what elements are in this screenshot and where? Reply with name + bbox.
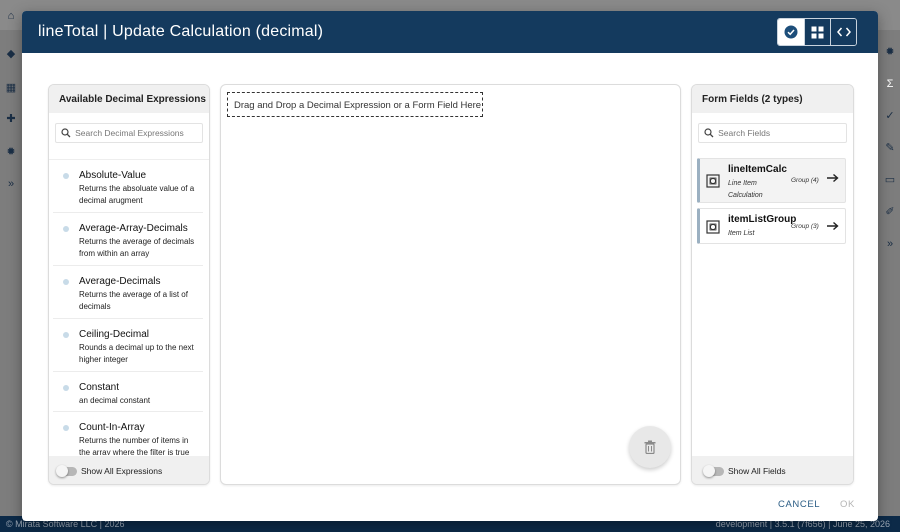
bullet-icon bbox=[63, 226, 69, 232]
code-icon bbox=[836, 27, 851, 37]
expression-list: Absolute-Value Returns the absoluate val… bbox=[49, 159, 209, 455]
ok-button[interactable]: OK bbox=[840, 499, 855, 510]
dashboard-icon: ▦ bbox=[5, 82, 17, 94]
form-fields-panel-title: Form Fields (2 types) bbox=[692, 85, 853, 113]
calculation-canvas[interactable]: Drag and Drop a Decimal Expression or a … bbox=[220, 84, 681, 485]
arrow-right-icon[interactable] bbox=[827, 173, 839, 183]
delete-button[interactable] bbox=[629, 426, 671, 468]
show-all-expressions-label: Show All Expressions bbox=[81, 466, 163, 476]
expression-name: Constant bbox=[79, 382, 120, 393]
show-all-expressions-row: Show All Expressions bbox=[56, 464, 163, 477]
background-left-sidebar: ⌂ ◆ ▦ ✚ ✹ » bbox=[0, 10, 22, 516]
background-right-sidebar: ✹ Σ ✓ ✎ ▭ ✐ » bbox=[878, 30, 900, 516]
search-icon bbox=[699, 128, 718, 138]
chevron-double-right-icon: » bbox=[886, 238, 894, 250]
expression-description: Returns the average of decimals from wit… bbox=[79, 237, 195, 258]
expressions-panel-title: Available Decimal Expressions bbox=[49, 85, 209, 113]
expression-item[interactable]: Average-Array-Decimals Returns the avera… bbox=[53, 213, 203, 266]
expression-description: an decimal constant bbox=[79, 396, 151, 405]
expressions-panel: Available Decimal Expressions Absolute-V… bbox=[48, 84, 210, 485]
group-field-icon bbox=[706, 174, 720, 188]
wrench-icon: ✎ bbox=[885, 142, 895, 154]
form-field-list: lineItemCalc Line Item Calculation Group… bbox=[697, 158, 846, 249]
bullet-icon bbox=[63, 385, 69, 391]
view-mode-toggle-group bbox=[777, 18, 857, 46]
expression-item[interactable]: Constant an decimal constant bbox=[53, 372, 203, 412]
field-group-count: Group (3) bbox=[791, 223, 819, 230]
puzzle-icon: ✚ bbox=[6, 113, 16, 125]
widgets-view-button[interactable] bbox=[804, 19, 830, 45]
show-all-expressions-toggle[interactable] bbox=[56, 464, 77, 477]
form-fields-panel: Form Fields (2 types) lineItemCalc Line … bbox=[691, 84, 854, 485]
expression-description: Returns the number of items in the array… bbox=[79, 436, 190, 455]
field-name: itemListGroup bbox=[728, 214, 797, 225]
check-icon: ✓ bbox=[885, 110, 895, 122]
show-all-fields-label: Show All Fields bbox=[728, 466, 786, 476]
cancel-button[interactable]: CANCEL bbox=[778, 499, 820, 510]
group-field-icon bbox=[706, 220, 720, 234]
trash-icon bbox=[644, 440, 656, 454]
expression-dropzone[interactable]: Drag and Drop a Decimal Expression or a … bbox=[227, 92, 483, 117]
gear-icon: ✹ bbox=[885, 46, 895, 58]
layers-icon: ◆ bbox=[6, 48, 16, 60]
check-view-button[interactable] bbox=[778, 19, 804, 45]
bullet-icon bbox=[63, 279, 69, 285]
field-description: Item List bbox=[728, 230, 755, 237]
expression-item[interactable]: Count-In-Array Returns the number of ite… bbox=[53, 412, 203, 455]
field-search-box bbox=[698, 123, 847, 143]
expression-item[interactable]: Absolute-Value Returns the absoluate val… bbox=[53, 160, 203, 213]
expression-name: Average-Decimals bbox=[79, 276, 161, 287]
expression-description: Returns the average of a list of decimal… bbox=[79, 290, 188, 311]
pencil-icon: ✐ bbox=[885, 206, 895, 218]
bullet-icon bbox=[63, 332, 69, 338]
expression-description: Rounds a decimal up to the next higher i… bbox=[79, 343, 194, 364]
check-circle-icon bbox=[784, 25, 798, 39]
field-group-count: Group (4) bbox=[791, 177, 819, 184]
code-view-button[interactable] bbox=[830, 19, 856, 45]
expression-search-box bbox=[55, 123, 203, 143]
expression-item[interactable]: Ceiling-Decimal Rounds a decimal up to t… bbox=[53, 319, 203, 372]
chevron-double-right-icon: » bbox=[7, 178, 15, 190]
form-field-item[interactable]: itemListGroup Item List Group (3) bbox=[697, 208, 846, 244]
show-all-fields-row: Show All Fields bbox=[703, 464, 786, 477]
gear-icon: ✹ bbox=[6, 146, 16, 158]
dialog-header: lineTotal | Update Calculation (decimal) bbox=[22, 11, 878, 53]
widgets-icon bbox=[811, 26, 824, 38]
expression-name: Count-In-Array bbox=[79, 422, 145, 433]
expression-name: Average-Array-Decimals bbox=[79, 223, 188, 234]
search-icon bbox=[56, 128, 75, 138]
form-field-item[interactable]: lineItemCalc Line Item Calculation Group… bbox=[697, 158, 846, 203]
bullet-icon bbox=[63, 173, 69, 179]
field-name: lineItemCalc bbox=[728, 164, 787, 175]
monitor-icon: ▭ bbox=[884, 174, 896, 186]
field-search-input[interactable] bbox=[718, 128, 846, 138]
expression-item[interactable]: Average-Decimals Returns the average of … bbox=[53, 266, 203, 319]
bullet-icon bbox=[63, 425, 69, 431]
field-description: Line Item Calculation bbox=[728, 180, 763, 199]
show-all-fields-toggle[interactable] bbox=[703, 464, 724, 477]
home-icon: ⌂ bbox=[7, 10, 15, 22]
expression-description: Returns the absoluate value of a decimal… bbox=[79, 184, 195, 205]
sigma-icon: Σ bbox=[886, 78, 894, 90]
arrow-right-icon[interactable] bbox=[827, 221, 839, 231]
expression-search-input[interactable] bbox=[75, 128, 202, 138]
expression-name: Ceiling-Decimal bbox=[79, 329, 150, 340]
dialog-title: lineTotal | Update Calculation (decimal) bbox=[38, 23, 324, 40]
update-calculation-dialog: lineTotal | Update Calculation (decimal)… bbox=[22, 11, 878, 521]
expression-name: Absolute-Value bbox=[79, 170, 147, 181]
